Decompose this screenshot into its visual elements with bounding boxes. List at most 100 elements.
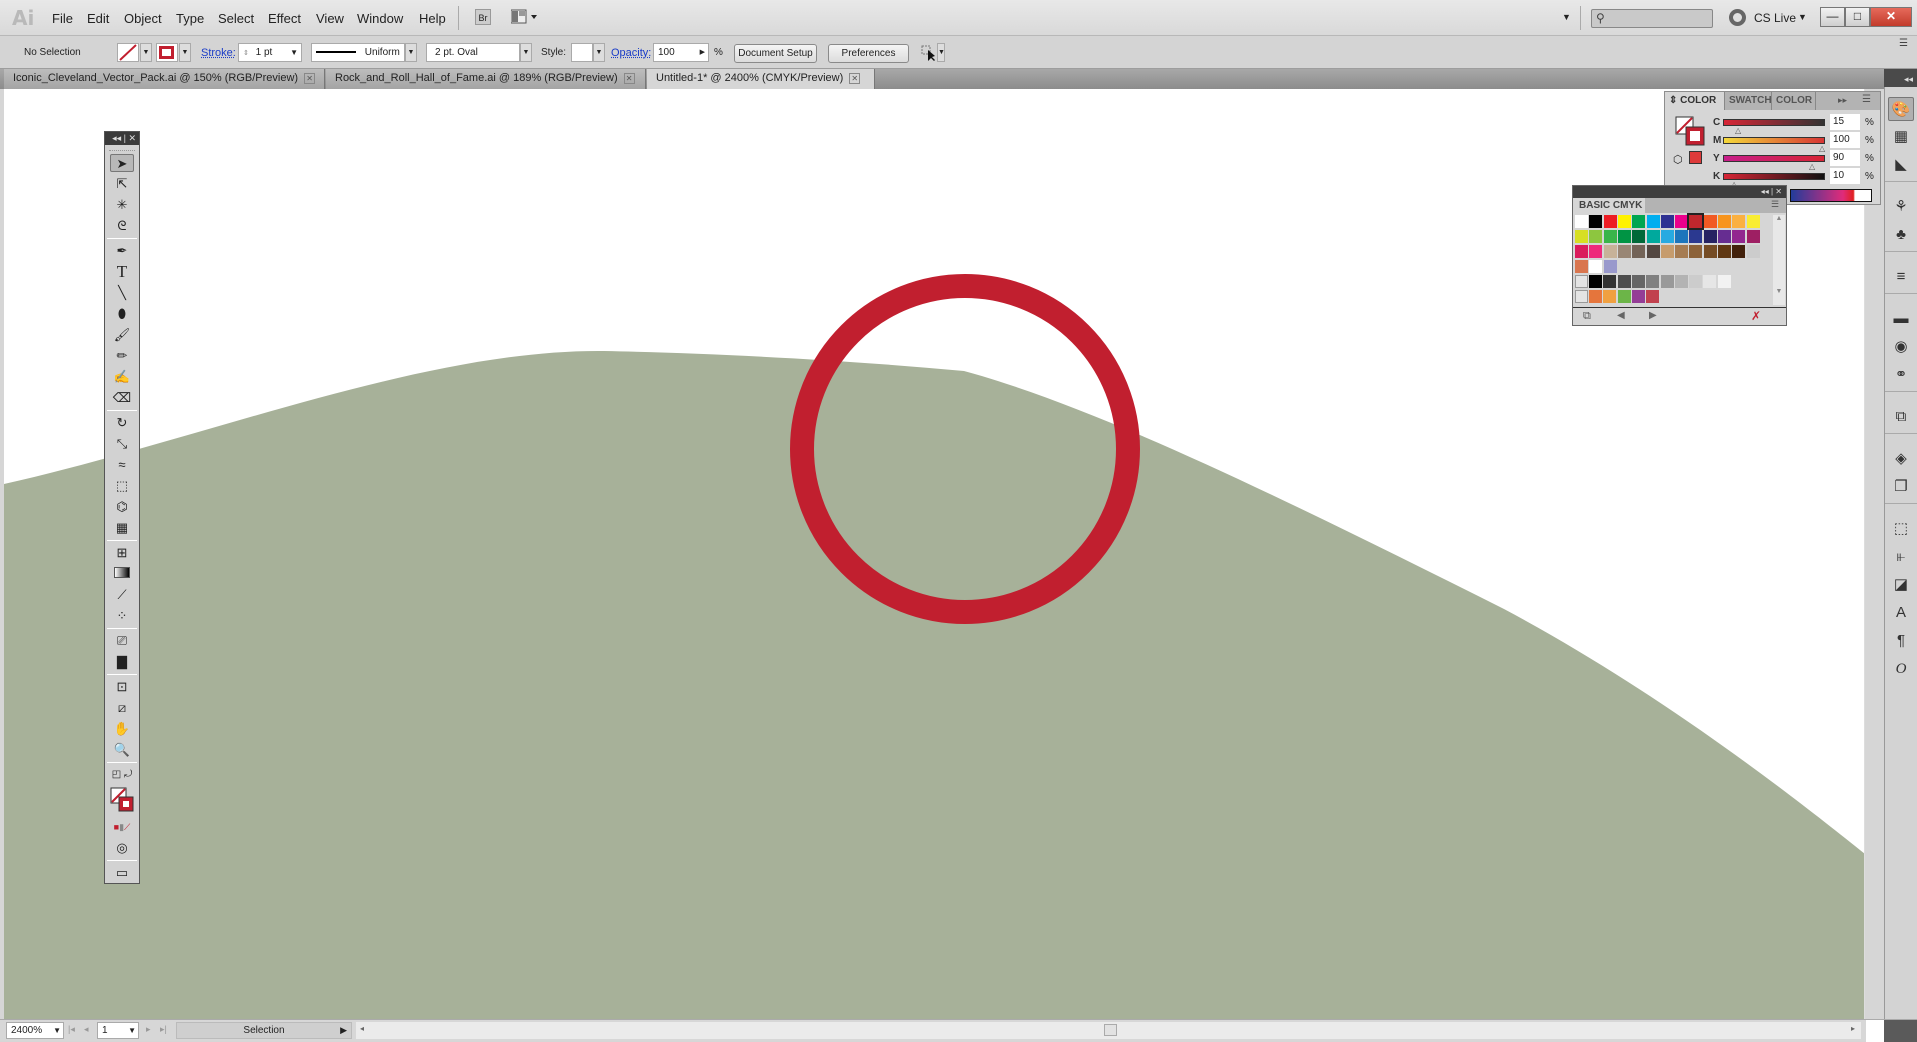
paragraph-panel-icon[interactable]: ¶ [1888,629,1914,653]
cyan-value[interactable]: 15 [1830,114,1860,130]
scroll-right-icon[interactable]: ▸ [1851,1024,1855,1033]
blend-tool[interactable]: ⁘ [110,607,134,625]
zoom-dropdown-icon[interactable]: ▼ [53,1023,61,1038]
swatch[interactable] [1617,230,1631,243]
menu-help[interactable]: Help [419,11,446,26]
swatch[interactable] [1617,290,1631,303]
column-graph-tool[interactable]: ▇ [110,653,134,671]
select-similar-dropdown[interactable]: ▼ [937,43,945,62]
eyedropper-tool[interactable]: ⟋ [110,586,134,604]
yellow-slider-handle[interactable]: △ [1809,162,1815,171]
swatch[interactable] [1746,215,1760,228]
gradient-tool[interactable] [110,565,134,583]
status-menu-arrow-icon[interactable]: ▶ [340,1023,347,1038]
swatch[interactable] [1646,275,1660,288]
tab-color-guide[interactable]: COLOR G [1772,92,1816,110]
line-segment-tool[interactable]: ╲ [110,284,134,302]
swatch[interactable] [1603,230,1617,243]
swatch[interactable] [1589,245,1603,258]
menu-select[interactable]: Select [218,11,254,26]
artboard-number-field[interactable]: 1 ▼ [97,1022,139,1039]
preferences-button[interactable]: Preferences [828,44,909,63]
tab-swatches[interactable]: SWATCH [1725,92,1772,110]
swatch[interactable] [1703,215,1717,228]
swatch-libraries-menu-icon[interactable]: ⧉ [1583,310,1591,323]
variable-width-profile[interactable]: Uniform [311,43,405,62]
dock-collapse-button[interactable]: ◂◂ [1884,69,1917,89]
first-artboard-icon[interactable]: |◂ [68,1024,75,1035]
tab-iconic-cleveland[interactable]: Iconic_Cleveland_Vector_Pack.ai @ 150% (… [4,69,325,89]
swatch-panel-header[interactable]: ◂◂ | ✕ [1573,186,1786,198]
swatch[interactable] [1589,215,1603,228]
stepper-icon[interactable]: ⇕ [243,50,249,57]
brush-definition[interactable]: 2 pt. Oval [426,43,520,62]
shape-builder-tool[interactable]: ⌬ [110,498,134,516]
swatch[interactable] [1646,215,1660,228]
close-tab-icon[interactable]: ✕ [304,72,316,84]
cs-live-menu[interactable]: CS Live [1754,11,1796,25]
magenta-value[interactable]: 100 [1830,132,1860,148]
next-library-icon[interactable]: ▶ [1649,310,1657,321]
panel-expand-icon[interactable]: ▸▸ [1838,95,1847,106]
direct-selection-tool[interactable]: ⇱ [110,175,134,193]
swatch[interactable] [1589,260,1603,273]
profile-dropdown[interactable]: ▼ [405,43,417,62]
default-swap-colors[interactable]: ◰ ⤾ [110,766,134,784]
swatch[interactable] [1617,215,1631,228]
color-spectrum-ramp[interactable] [1790,189,1872,202]
yellow-slider[interactable] [1723,155,1825,162]
document-setup-button[interactable]: Document Setup [734,44,817,63]
swatch[interactable] [1703,230,1717,243]
tab-rock-and-roll[interactable]: Rock_and_Roll_Hall_of_Fame.ai @ 189% (RG… [326,69,646,89]
arrange-documents-button[interactable] [510,9,539,25]
no-swatch-icon[interactable]: ✗ [1751,309,1761,323]
swatch[interactable] [1575,245,1588,258]
close-window-button[interactable]: ✕ [1870,7,1912,27]
swatch[interactable] [1603,260,1617,273]
swatches-panel-icon[interactable]: ▦ [1888,125,1914,149]
rotate-tool[interactable]: ↻ [110,414,134,432]
zoom-level-field[interactable]: 2400% ▼ [6,1022,64,1039]
swatch[interactable] [1646,230,1660,243]
drawing-mode-button[interactable]: ◎ [110,839,134,857]
swatch[interactable] [1632,230,1646,243]
artboard-dropdown-icon[interactable]: ▼ [128,1023,136,1038]
zoom-tool[interactable]: 🔍 [110,741,134,759]
menu-type[interactable]: Type [176,11,204,26]
magenta-slider-handle[interactable]: △ [1819,144,1825,153]
paintbrush-tool[interactable]: 🖌 [110,326,134,344]
swatch[interactable] [1617,275,1631,288]
menu-effect[interactable]: Effect [268,11,301,26]
opentype-panel-icon[interactable]: O [1888,657,1914,681]
black-slider[interactable] [1723,173,1825,180]
swatch[interactable] [1746,230,1760,243]
swatch[interactable] [1717,275,1731,288]
swatch[interactable] [1632,215,1646,228]
panel-menu-icon[interactable]: ☰ [1771,199,1779,210]
opacity-panel-link[interactable]: Opacity: [611,47,651,59]
swatch[interactable] [1589,275,1602,288]
menu-object[interactable]: Object [124,11,162,26]
swatch[interactable] [1631,290,1645,303]
control-panel-menu-icon[interactable]: ☰ [1899,38,1908,49]
menu-window[interactable]: Window [357,11,403,26]
swatch[interactable] [1575,215,1588,228]
search-input[interactable]: ⚲ [1591,9,1713,28]
align-panel-icon[interactable]: ⫦ [1888,545,1914,569]
tools-panel-header[interactable]: ◂◂ | ✕ [105,132,139,145]
swatch[interactable] [1687,213,1705,230]
restore-button[interactable]: □ [1845,7,1870,27]
swatch[interactable] [1660,275,1674,288]
swatch[interactable] [1617,245,1631,258]
transparency-panel-icon[interactable]: ◉ [1888,335,1914,359]
cs-live-dropdown-icon[interactable]: ▼ [1798,12,1807,22]
magenta-slider[interactable] [1723,137,1825,144]
bridge-button[interactable]: Br [475,9,491,25]
symbol-sprayer-tool[interactable]: ⎚ [110,632,134,650]
swatch[interactable] [1646,245,1660,258]
previous-artboard-icon[interactable]: ◂ [84,1024,89,1035]
swatch[interactable] [1632,245,1646,258]
swatch-scrollbar[interactable]: ▲ ▼ [1773,215,1785,305]
graphic-styles-icon[interactable]: ⧉ [1888,405,1914,429]
green-hill-shape[interactable] [4,350,1865,1019]
